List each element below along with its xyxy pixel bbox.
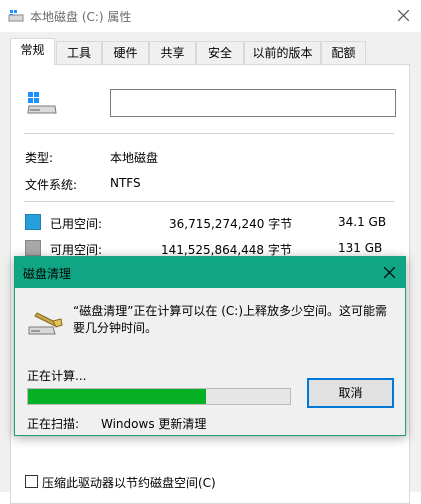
type-value: 本地磁盘 xyxy=(110,151,159,165)
file-system-label: 文件系统: xyxy=(25,178,78,192)
tab-quota[interactable]: 配额 xyxy=(321,41,366,64)
title-bar: 本地磁盘 (C:) 属性 xyxy=(0,0,421,32)
progress-bar xyxy=(27,388,291,405)
tab-security[interactable]: 安全 xyxy=(196,41,244,64)
dialog-close-button[interactable] xyxy=(373,257,405,288)
file-system-value: NTFS xyxy=(110,176,141,190)
dialog-title: 磁盘清理 xyxy=(23,267,72,281)
used-space-size: 34.1 GB xyxy=(338,215,387,229)
dialog-title-bar: 磁盘清理 xyxy=(15,257,405,288)
free-space-swatch xyxy=(25,240,41,256)
tab-general[interactable]: 常规 xyxy=(10,38,55,65)
disk-cleanup-dialog: 磁盘清理 “磁盘清理”正在计算可以在 (C:)上释放多少空间。这可能需要几分钟时… xyxy=(14,256,406,436)
compress-drive-checkbox[interactable] xyxy=(25,475,38,488)
used-space-label: 已用空间: xyxy=(50,217,103,231)
close-button[interactable] xyxy=(387,0,421,32)
window-title: 本地磁盘 (C:) 属性 xyxy=(30,10,132,24)
tab-hardware[interactable]: 硬件 xyxy=(102,41,149,64)
scanning-label: 正在扫描: xyxy=(27,417,80,431)
drive-icon xyxy=(8,10,24,22)
drive-icon xyxy=(27,92,57,114)
dialog-message: “磁盘清理”正在计算可以在 (C:)上释放多少空间。这可能需要几分钟时间。 xyxy=(73,304,388,335)
close-icon xyxy=(384,267,395,278)
scanning-value: Windows 更新清理 xyxy=(101,417,207,431)
compress-drive-label: 压缩此驱动器以节约磁盘空间(C) xyxy=(42,476,216,490)
free-space-size: 131 GB xyxy=(338,241,383,255)
used-space-swatch xyxy=(25,214,41,230)
tab-previous-versions[interactable]: 以前的版本 xyxy=(244,41,321,64)
cancel-button[interactable]: 取消 xyxy=(307,378,394,408)
used-space-bytes: 36,715,274,240 字节 xyxy=(169,217,293,231)
close-icon xyxy=(398,10,409,21)
calculating-label: 正在计算... xyxy=(27,369,87,383)
progress-bar-fill xyxy=(28,389,206,404)
tab-tools[interactable]: 工具 xyxy=(56,41,102,64)
tab-sharing[interactable]: 共享 xyxy=(149,41,196,64)
separator xyxy=(24,133,394,134)
disk-cleanup-icon xyxy=(28,312,63,335)
type-label: 类型: xyxy=(25,151,54,165)
separator xyxy=(24,201,394,202)
drive-name-input[interactable] xyxy=(110,89,396,117)
